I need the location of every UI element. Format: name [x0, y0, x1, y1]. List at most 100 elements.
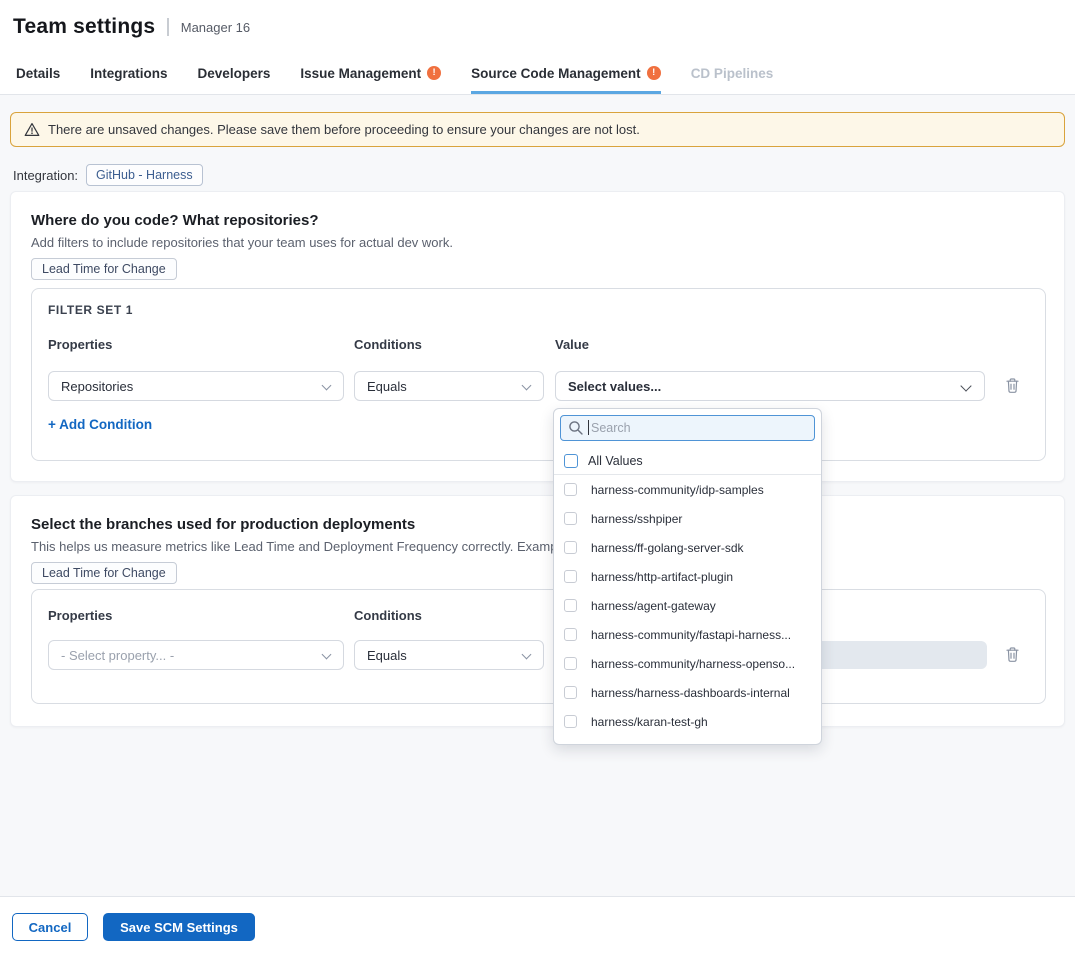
value-multiselect[interactable]: Select values...	[555, 371, 985, 401]
chevron-down-icon	[522, 381, 532, 391]
delete-condition-button[interactable]	[1005, 377, 1020, 394]
unsaved-changes-banner: There are unsaved changes. Please save t…	[10, 112, 1065, 147]
banner-text: There are unsaved changes. Please save t…	[48, 122, 640, 137]
conditions-column-label: Conditions	[354, 337, 422, 352]
dropdown-option[interactable]: harness/karan-test-gh	[554, 707, 821, 736]
dropdown-search	[560, 415, 815, 441]
checkbox-icon[interactable]	[564, 628, 577, 641]
properties-column-label: Properties	[48, 337, 112, 352]
filter-set-label: FILTER SET 1	[48, 303, 133, 317]
chevron-down-icon	[522, 650, 532, 660]
add-condition-button[interactable]: + Add Condition	[48, 417, 152, 432]
page-title: Team settings	[13, 15, 155, 39]
repositories-card-title: Where do you code? What repositories?	[31, 212, 319, 229]
checkbox-icon[interactable]	[564, 483, 577, 496]
condition-select[interactable]: Equals	[354, 640, 544, 670]
option-label: harness/ff-golang-server-sdk	[591, 541, 744, 555]
dropdown-option[interactable]: harness/harness-dashboards-internal	[554, 678, 821, 707]
repositories-card: Where do you code? What repositories? Ad…	[10, 191, 1065, 482]
option-label: harness-community/idp-samples	[591, 483, 764, 497]
dropdown-options-list: harness-community/idp-samples harness/ss…	[554, 475, 821, 745]
cancel-button[interactable]: Cancel	[12, 913, 88, 941]
tab-label: Details	[16, 66, 60, 81]
value-column-label: Value	[555, 337, 589, 352]
title-divider	[167, 18, 169, 36]
conditions-column-label: Conditions	[354, 608, 422, 623]
checkbox-icon[interactable]	[564, 744, 577, 745]
option-label: harness/agent-gateway	[591, 599, 716, 613]
tab[interactable]: CD Pipelines !	[691, 57, 774, 94]
tab-label: Integrations	[90, 66, 167, 81]
tab[interactable]: Developers !	[198, 57, 271, 94]
option-label: harness-community/fastapi-harness...	[591, 628, 791, 642]
page-header: Team settings Manager 16	[0, 0, 1075, 57]
integration-chip[interactable]: GitHub - Harness	[86, 164, 203, 186]
values-dropdown-panel: All Values harness-community/idp-samples…	[553, 408, 822, 745]
save-scm-settings-button[interactable]: Save SCM Settings	[103, 913, 255, 941]
option-label: harness/karan-test-gh	[591, 715, 708, 729]
warning-triangle-icon	[24, 122, 40, 137]
checkbox-icon[interactable]	[564, 686, 577, 699]
tab-label: Source Code Management	[471, 66, 641, 81]
option-label: harness/...	[591, 744, 647, 746]
tab[interactable]: Integrations !	[90, 57, 167, 94]
dropdown-option[interactable]: harness-community/idp-samples	[554, 475, 821, 504]
condition-select-value: Equals	[367, 379, 407, 394]
dropdown-option[interactable]: harness/...	[554, 736, 821, 745]
property-select-placeholder: - Select property... -	[61, 648, 174, 663]
team-name-label: Manager 16	[181, 20, 250, 35]
lead-time-chip: Lead Time for Change	[31, 562, 177, 584]
checkbox-icon[interactable]	[564, 715, 577, 728]
branches-card-subtitle: This helps us measure metrics like Lead …	[31, 539, 603, 554]
search-input[interactable]	[560, 415, 815, 441]
checkbox-icon[interactable]	[564, 599, 577, 612]
lead-time-chip: Lead Time for Change	[31, 258, 177, 280]
checkbox-icon[interactable]	[564, 570, 577, 583]
dropdown-option[interactable]: harness/http-artifact-plugin	[554, 562, 821, 591]
option-label: harness/harness-dashboards-internal	[591, 686, 790, 700]
repositories-card-subtitle: Add filters to include repositories that…	[31, 235, 453, 250]
tab-label: Issue Management	[300, 66, 421, 81]
checkbox-icon[interactable]	[564, 454, 578, 468]
dropdown-option[interactable]: harness/agent-gateway	[554, 591, 821, 620]
dropdown-option[interactable]: harness/ff-golang-server-sdk	[554, 533, 821, 562]
condition-select-value: Equals	[367, 648, 407, 663]
property-select-value: Repositories	[61, 379, 133, 394]
tab-warning-icon: !	[647, 66, 661, 80]
branch-filter-box: Properties Conditions Value - Select pro…	[31, 589, 1046, 704]
checkbox-icon[interactable]	[564, 657, 577, 670]
branches-card: Select the branches used for production …	[10, 495, 1065, 727]
option-label: harness/http-artifact-plugin	[591, 570, 733, 584]
delete-condition-button[interactable]	[1005, 646, 1020, 663]
checkbox-icon[interactable]	[564, 512, 577, 525]
dropdown-option[interactable]: harness-community/fastapi-harness...	[554, 620, 821, 649]
dropdown-option[interactable]: harness/sshpiper	[554, 504, 821, 533]
option-label: harness-community/harness-openso...	[591, 657, 795, 671]
tab[interactable]: Source Code Management !	[471, 57, 661, 94]
integration-row: Integration: GitHub - Harness	[13, 164, 203, 186]
chevron-down-icon	[322, 650, 332, 660]
property-select[interactable]: - Select property... -	[48, 640, 344, 670]
dropdown-option[interactable]: harness-community/harness-openso...	[554, 649, 821, 678]
tab-label: CD Pipelines	[691, 66, 774, 81]
tab[interactable]: Issue Management !	[300, 57, 441, 94]
properties-column-label: Properties	[48, 608, 112, 623]
chevron-down-icon	[960, 380, 971, 391]
footer-bar: Cancel Save SCM Settings	[0, 896, 1075, 954]
tab-label: Developers	[198, 66, 271, 81]
option-label: harness/sshpiper	[591, 512, 682, 526]
select-all-label: All Values	[588, 454, 643, 468]
branches-card-title: Select the branches used for production …	[31, 516, 415, 533]
value-select-placeholder: Select values...	[568, 379, 661, 394]
property-select[interactable]: Repositories	[48, 371, 344, 401]
integration-label: Integration:	[13, 168, 78, 183]
tab[interactable]: Details !	[16, 57, 60, 94]
condition-select[interactable]: Equals	[354, 371, 544, 401]
checkbox-icon[interactable]	[564, 541, 577, 554]
chevron-down-icon	[322, 381, 332, 391]
select-all-option[interactable]: All Values	[554, 447, 821, 475]
tab-warning-icon: !	[427, 66, 441, 80]
text-caret	[588, 420, 589, 435]
tab-bar: Details ! Integrations ! Developers ! Is…	[0, 57, 1075, 95]
filter-set-1-box: FILTER SET 1 Properties Conditions Value…	[31, 288, 1046, 461]
